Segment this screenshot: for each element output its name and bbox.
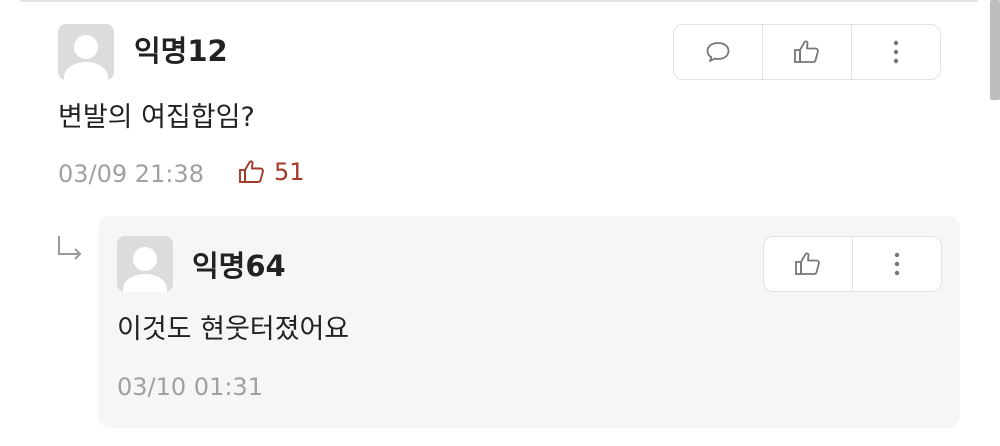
reply-timestamp: 03/10 01:31 [117, 373, 263, 401]
reply-nickname: 익명64 [192, 249, 286, 283]
more-button[interactable] [852, 237, 941, 291]
avatar [58, 24, 114, 80]
more-vertical-icon [894, 252, 900, 276]
like-count-value: 51 [274, 158, 305, 186]
reply-text: 이것도 현웃터졌어요 [117, 314, 350, 345]
reply-arrow-icon [58, 236, 82, 260]
top-divider [20, 0, 978, 2]
more-button[interactable] [851, 25, 940, 79]
comment-nickname: 익명12 [134, 34, 228, 68]
scrollbar[interactable] [990, 0, 1000, 100]
avatar [117, 236, 173, 292]
comment-icon [706, 42, 730, 62]
thumbs-up-icon [795, 252, 820, 275]
reply-button[interactable] [674, 25, 762, 79]
like-button[interactable] [764, 237, 852, 291]
comment-like-count: 51 [238, 159, 305, 185]
comment-action-bar [673, 24, 941, 80]
like-button[interactable] [762, 25, 851, 79]
comment-text: 변발의 여집합임? [58, 102, 255, 133]
reply: 익명64 이것도 현웃터졌어요 03/10 01:31 [98, 216, 960, 428]
thumbs-up-icon [239, 160, 264, 183]
more-vertical-icon [893, 40, 899, 64]
reply-action-bar [763, 236, 942, 292]
thumbs-up-icon [794, 40, 819, 63]
comment-timestamp: 03/09 21:38 [58, 160, 204, 188]
